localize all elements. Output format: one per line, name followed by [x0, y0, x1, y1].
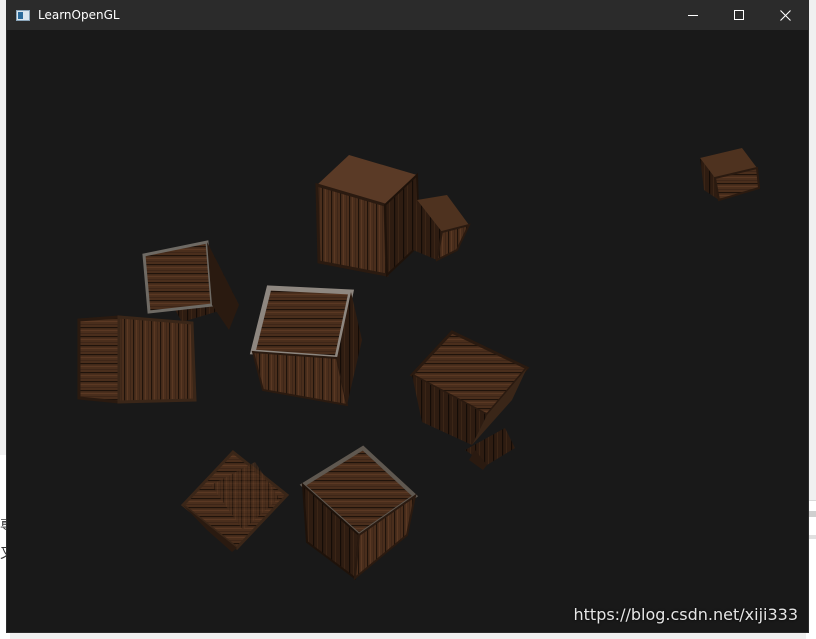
crate [249, 285, 362, 407]
title-bar[interactable]: LearnOpenGL [7, 0, 808, 30]
watermark: https://blog.csdn.net/xiji333 [573, 605, 799, 624]
crate [700, 148, 761, 202]
crate [315, 155, 421, 278]
crate [77, 315, 197, 404]
close-icon [779, 9, 791, 21]
maximize-icon [734, 10, 744, 20]
crate [180, 449, 290, 552]
window-controls [670, 0, 808, 30]
crate [409, 330, 530, 445]
maximize-button[interactable] [716, 0, 762, 30]
minimize-icon [688, 15, 698, 16]
window-title: LearnOpenGL [38, 8, 120, 22]
close-button[interactable] [762, 0, 808, 30]
opengl-window[interactable]: LearnOpenGL https://blog.csdn.net/xiji33… [7, 0, 808, 632]
crate [299, 445, 419, 581]
crate-scene [77, 148, 761, 581]
app-icon[interactable] [16, 9, 30, 21]
minimize-button[interactable] [670, 0, 716, 30]
crate [142, 240, 239, 330]
crate [413, 195, 471, 262]
render-viewport[interactable]: https://blog.csdn.net/xiji333 [7, 30, 808, 632]
desktop: 尃 又 LearnOpenGL [0, 0, 816, 639]
